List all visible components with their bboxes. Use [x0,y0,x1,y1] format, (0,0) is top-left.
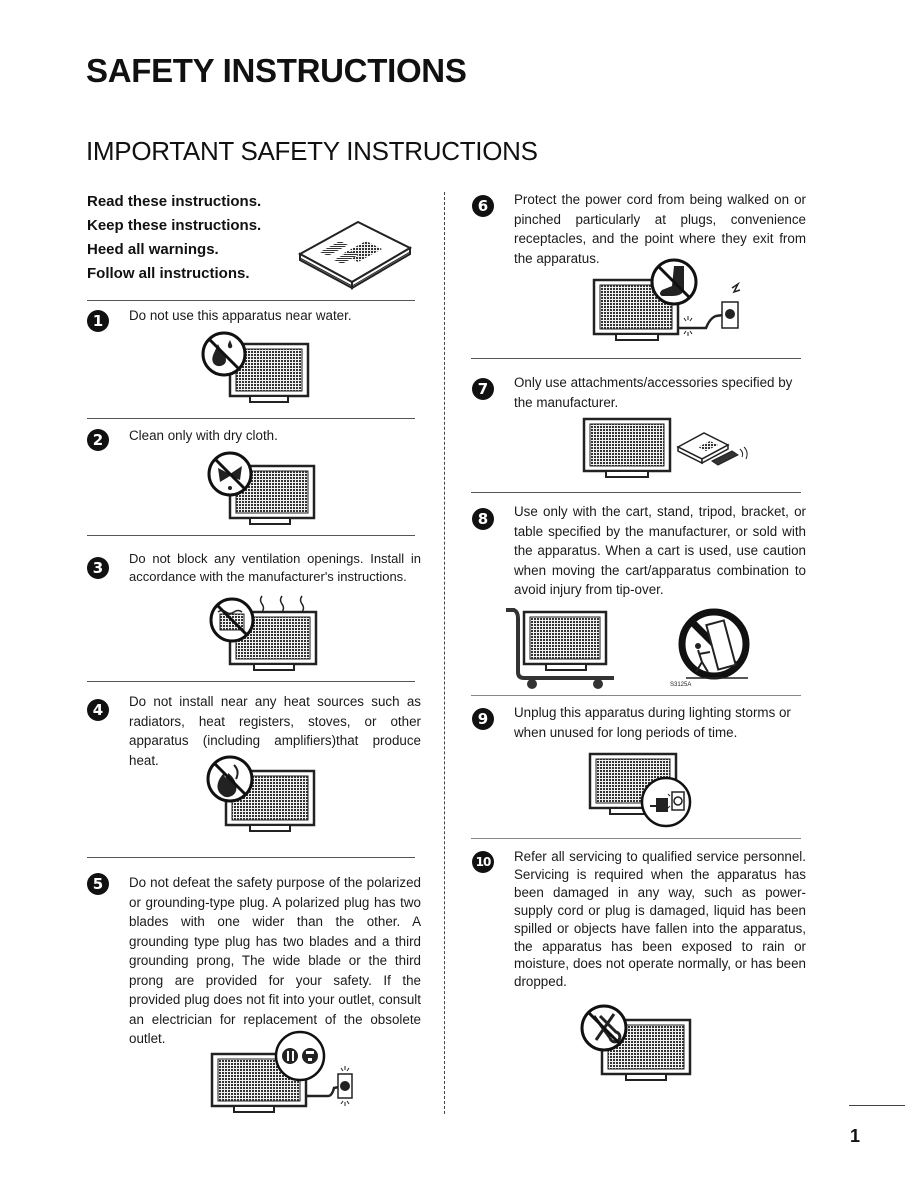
step-badge-5: 5 [87,873,109,895]
page-title: SAFETY INSTRUCTIONS [86,52,467,89]
instruction-text-8: Use only with the cart, stand, tripod, b… [514,504,806,597]
no-stepping-cord-tv-icon [592,258,741,341]
cart-icon [506,608,614,689]
no-heat-tv-icon [206,755,316,832]
instruction-text-9: Unplug this apparatus during lighting st… [514,705,791,740]
footer-rule [849,1105,905,1106]
divider [87,300,415,301]
intro-list: Read these instructions. Keep these inst… [87,190,261,286]
instruction-text-6: Protect the power cord from being walked… [514,192,806,266]
page-subtitle: IMPORTANT SAFETY INSTRUCTIONS [86,136,538,166]
cart-tip-over-warning-icon: S3125A [670,608,750,688]
intro-line: Read these instructions. [87,193,262,210]
step-badge-7: 7 [472,378,494,400]
divider [87,535,415,536]
step-badge-10: 10 [472,851,494,873]
divider [87,857,415,858]
no-wet-cloth-tv-icon [207,451,316,525]
instruction-text-5: Do not defeat the safety purpose of the … [129,875,421,1046]
divider [87,418,415,419]
no-water-tv-icon [201,331,310,403]
no-self-repair-tv-icon [580,1004,692,1081]
instruction-text-7: Only use attachments/accessories specifi… [514,375,793,410]
step-badge-2: 2 [87,429,109,451]
divider [471,838,801,839]
tv-accessories-icon [582,417,748,478]
step-badge-6: 6 [472,195,494,217]
divider [471,358,801,359]
polarized-plug-tv-icon [210,1030,353,1113]
intro-line: Heed all warnings. [87,241,219,258]
step-badge-8: 8 [472,508,494,530]
divider [471,492,801,493]
instruction-text-3: Do not block any ventilation openings. I… [129,551,421,584]
step-badge-9: 9 [472,708,494,730]
divider [87,681,415,682]
step-badge-3: 3 [87,557,109,579]
manual-book-icon [297,220,413,290]
step-badge-4: 4 [87,699,109,721]
column-divider [444,192,445,1114]
step-badge-1: 1 [87,310,109,332]
instruction-text-2: Clean only with dry cloth. [129,428,278,443]
intro-line: Follow all instructions. [87,265,250,282]
instruction-text-10: Refer all servicing to qualified service… [514,849,806,990]
page-number: 1 [850,1126,861,1146]
instruction-text-1: Do not use this apparatus near water. [129,308,352,323]
divider [471,695,801,696]
intro-line: Keep these instructions. [87,217,262,234]
no-blocked-vents-tv-icon [209,595,318,671]
figure-label: S3125A [670,682,691,688]
unplug-tv-icon [588,752,692,828]
